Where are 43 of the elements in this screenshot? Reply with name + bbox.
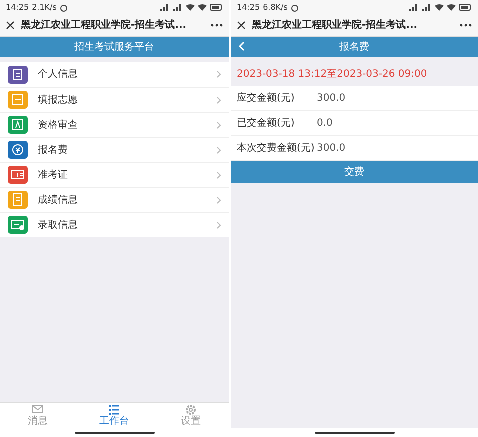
back-icon[interactable] [239,42,245,51]
chevron-icon [217,146,221,154]
menu-item[interactable]: 准考证 [0,162,229,187]
more-icon[interactable] [460,24,472,27]
menu-item[interactable]: 录取信息 [0,212,229,237]
chevron-icon [217,122,221,128]
list-icon [108,404,120,416]
field-value: 0.0 [317,116,333,130]
close-icon[interactable] [237,21,246,30]
mail-icon [32,404,44,416]
status-time: 14:25 [6,2,30,14]
field-label: 已交金额(元) [237,116,296,130]
menu-item[interactable]: 填报志愿 [0,87,229,112]
signal-icon [409,4,419,11]
menu-item[interactable]: 成绩信息 [0,187,229,212]
menu-item[interactable]: 报名费 [0,137,229,162]
chevron-icon [217,71,221,78]
field-label: 应交金额(元) [237,92,296,106]
header-title: 招生考试服务平台 [74,40,154,54]
settings-icon [184,404,197,416]
close-icon[interactable] [6,21,15,30]
chevron-icon [217,222,221,228]
battery-icon [459,4,472,11]
field-value: 300.0 [317,142,346,156]
pay-button[interactable]: 交费 [231,161,478,183]
signal-icon [160,4,170,11]
window-title: 黑龙江农业工程职业学院-招生考试... [21,18,188,33]
battery-icon [210,4,223,11]
field-label: 本次交费金额(元) [237,142,316,156]
more-icon[interactable] [211,24,223,27]
chevron-icon [217,96,221,104]
signal-icon [422,4,432,11]
chevron-icon [217,196,221,204]
chevron-icon [217,172,221,178]
network-speed: 2.1K/s [32,2,57,14]
window-title: 黑龙江农业工程职业学院-招生考试... [252,18,419,33]
status-time: 14:25 [237,2,260,14]
signal-icon [173,4,183,11]
field-value: 300.0 [317,92,346,106]
date-range: 2023-03-18 13:12至2023-03-26 09:00 [237,68,428,82]
header-title: 报名费 [340,40,370,54]
menu-item[interactable]: 资格审查 [0,112,229,137]
network-speed: 6.8K/s [263,2,288,14]
